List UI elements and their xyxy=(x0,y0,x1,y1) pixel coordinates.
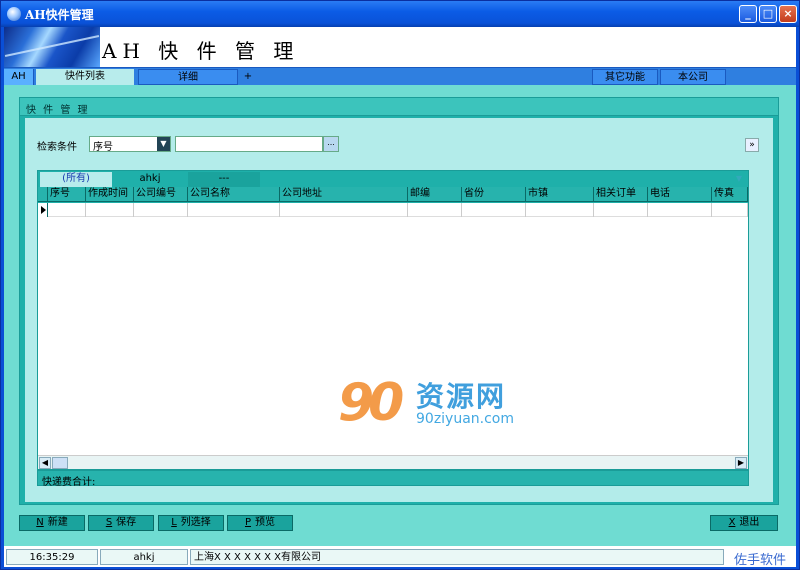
new-button[interactable]: N 新建 xyxy=(19,515,85,531)
status-time: 16:35:29 xyxy=(6,549,98,565)
search-browse-button[interactable]: ... xyxy=(323,136,339,152)
search-field-select[interactable]: 序号 ▼ xyxy=(89,136,171,153)
table-cell[interactable] xyxy=(48,203,86,217)
expand-icon[interactable]: » xyxy=(745,138,759,152)
column-header[interactable]: 省份 xyxy=(462,187,526,202)
brand-label: 佐手软件 xyxy=(734,553,787,568)
horizontal-scrollbar[interactable]: ◀ ▶ xyxy=(38,455,748,469)
table-cell[interactable] xyxy=(134,203,188,217)
express-panel: 快 件 管 理 检索条件 序号 ▼ ... » (所有) ahkj --- ▼ … xyxy=(19,97,779,505)
watermark-logo-mark: 90 xyxy=(338,373,404,433)
search-input[interactable] xyxy=(175,136,323,152)
column-header[interactable]: 相关订单 xyxy=(594,187,648,202)
column-header[interactable]: 公司编号 xyxy=(134,187,188,202)
grid-header: 序号 作成时间 公司编号 公司名称 公司地址 邮编 省份 市镇 相关订单 电话 … xyxy=(38,187,748,202)
scroll-right-icon[interactable]: ▶ xyxy=(735,457,747,469)
watermark-url: 90ziyuan.com xyxy=(416,411,515,427)
grid-tab-all[interactable]: (所有) xyxy=(40,172,112,187)
table-cell[interactable] xyxy=(280,203,408,217)
scroll-down-icon[interactable]: ▼ xyxy=(736,174,742,183)
grid-body[interactable]: 90 资源网 90ziyuan.com xyxy=(38,203,748,455)
search-field-value: 序号 xyxy=(93,142,113,153)
minimize-button[interactable]: _ xyxy=(739,5,757,23)
search-row: 检索条件 序号 ▼ ... » xyxy=(25,134,773,156)
current-row-arrow-icon xyxy=(38,203,48,217)
tab-detail[interactable]: 详细 xyxy=(138,69,238,85)
panel-title: 快 件 管 理 xyxy=(26,105,90,116)
panel-body: 检索条件 序号 ▼ ... » (所有) ahkj --- ▼ 序号 作成时间 … xyxy=(25,118,773,502)
app-globe-icon xyxy=(7,7,21,21)
status-bar: 16:35:29 ahkj 上海X X X X X X X有限公司 佐手软件 xyxy=(4,545,796,568)
table-cell[interactable] xyxy=(408,203,462,217)
column-header[interactable]: 作成时间 xyxy=(86,187,134,202)
column-header[interactable]: 传真 xyxy=(712,187,748,202)
banner-art xyxy=(4,27,100,67)
grid-tab-ahkj[interactable]: ahkj xyxy=(114,172,186,187)
save-button[interactable]: S 保存 xyxy=(88,515,154,531)
data-grid: (所有) ahkj --- ▼ 序号 作成时间 公司编号 公司名称 公司地址 邮… xyxy=(37,170,749,470)
table-cell[interactable] xyxy=(712,203,748,217)
watermark-name: 资源网 xyxy=(416,380,507,413)
column-select-button[interactable]: L 列选择 xyxy=(158,515,224,531)
exit-button[interactable]: X 退出 xyxy=(710,515,778,531)
tab-ah[interactable]: AH xyxy=(4,69,34,85)
status-user: ahkj xyxy=(100,549,188,565)
column-header[interactable]: 电话 xyxy=(648,187,712,202)
row-selector-header xyxy=(38,187,48,202)
banner-title: AH 快 件 管 理 xyxy=(102,39,300,63)
column-header[interactable]: 序号 xyxy=(48,187,86,202)
client-area: AH 快 件 管 理 AH 快件列表 详细 + 其它功能 本公司 快 件 管 理… xyxy=(4,27,796,568)
window-title: AH快件管理 xyxy=(25,8,94,22)
app-window: AH快件管理 _ □ × AH 快 件 管 理 AH 快件列表 详细 + 其它功… xyxy=(0,0,800,570)
grid-tab-dash[interactable]: --- xyxy=(188,172,260,187)
tab-other-functions[interactable]: 其它功能 xyxy=(592,69,658,85)
watermark-logo: 90 资源网 90ziyuan.com xyxy=(338,373,538,437)
total-bar: 快递费合计: xyxy=(37,470,749,488)
table-cell[interactable] xyxy=(86,203,134,217)
grid-filter-tabs: (所有) ahkj --- ▼ xyxy=(38,171,748,187)
column-header[interactable]: 公司名称 xyxy=(188,187,280,202)
top-tab-bar: AH 快件列表 详细 + 其它功能 本公司 xyxy=(4,67,796,85)
column-header[interactable]: 邮编 xyxy=(408,187,462,202)
tab-add[interactable]: + xyxy=(240,69,256,85)
search-label: 检索条件 xyxy=(37,142,77,153)
table-cell[interactable] xyxy=(648,203,712,217)
scroll-left-icon[interactable]: ◀ xyxy=(39,457,51,469)
preview-button[interactable]: P 预览 xyxy=(227,515,293,531)
table-cell[interactable] xyxy=(594,203,648,217)
tab-express-list[interactable]: 快件列表 xyxy=(36,69,134,85)
button-row: N 新建 S 保存 L 列选择 P 预览 X 退出 xyxy=(4,507,796,537)
scroll-thumb[interactable] xyxy=(52,457,68,469)
main-area: 快 件 管 理 检索条件 序号 ▼ ... » (所有) ahkj --- ▼ … xyxy=(4,85,796,545)
table-cell[interactable] xyxy=(526,203,594,217)
column-header[interactable]: 公司地址 xyxy=(280,187,408,202)
table-cell[interactable] xyxy=(462,203,526,217)
status-company: 上海X X X X X X X有限公司 xyxy=(190,549,724,565)
maximize-button[interactable]: □ xyxy=(759,5,777,23)
total-label: 快递费合计: xyxy=(42,477,96,488)
close-button[interactable]: × xyxy=(779,5,797,23)
header-banner: AH 快 件 管 理 xyxy=(4,27,796,67)
column-header[interactable]: 市镇 xyxy=(526,187,594,202)
panel-header: 快 件 管 理 xyxy=(20,98,778,116)
chevron-down-icon[interactable]: ▼ xyxy=(157,137,170,151)
tab-our-company[interactable]: 本公司 xyxy=(660,69,726,85)
table-row[interactable] xyxy=(38,203,748,217)
title-bar[interactable]: AH快件管理 _ □ × xyxy=(1,1,799,27)
table-cell[interactable] xyxy=(188,203,280,217)
